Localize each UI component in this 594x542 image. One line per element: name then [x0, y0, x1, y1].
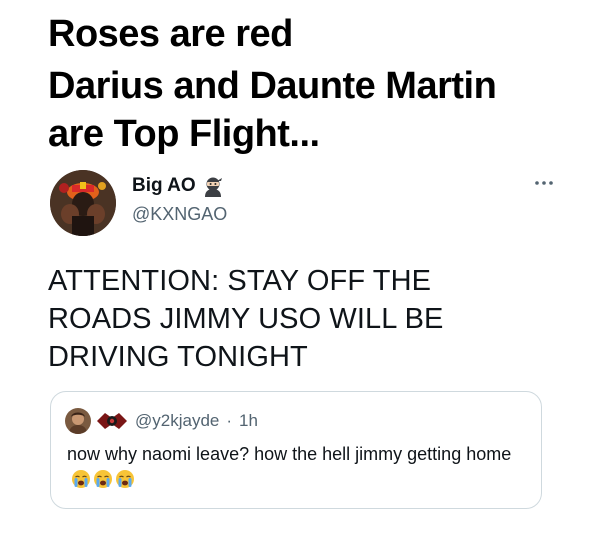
quoted-author-avatar[interactable] [65, 408, 91, 434]
tweet: Big AO @KXNGAO ATTENTION: STAY OFF THE R… [48, 170, 553, 376]
meme-caption-line-2: Darius and Daunte Martin [48, 65, 497, 107]
loudly-crying-face-icon [71, 469, 91, 489]
more-icon[interactable] [532, 176, 556, 190]
bloodline-badge-icon [95, 409, 129, 433]
meme-caption: Roses are red Darius and Daunte Martin a… [48, 10, 578, 158]
quoted-text-body: now why naomi leave? how the hell jimmy … [67, 444, 512, 464]
loudly-crying-face-icon [93, 469, 113, 489]
quoted-timestamp[interactable]: 1h [239, 411, 258, 431]
avatar-image [50, 170, 116, 236]
quoted-tweet[interactable]: @y2kjayde · 1h now why naomi leave? how … [50, 391, 542, 509]
ninja-icon [202, 175, 224, 197]
quoted-handle[interactable]: @y2kjayde [135, 411, 219, 431]
crying-emoji-row [71, 469, 135, 489]
display-name[interactable]: Big AO [132, 175, 196, 197]
quoted-separator: · [226, 411, 233, 430]
tweet-header: Big AO @KXNGAO [48, 170, 553, 240]
quoted-tweet-header: @y2kjayde · 1h [65, 408, 258, 434]
loudly-crying-face-icon [115, 469, 135, 489]
handle[interactable]: @KXNGAO [132, 204, 227, 225]
meme-caption-line-1: Roses are red [48, 13, 293, 55]
quoted-tweet-text: now why naomi leave? how the hell jimmy … [67, 442, 527, 490]
author-avatar[interactable] [50, 170, 116, 236]
tweet-text: ATTENTION: STAY OFF THE ROADS JIMMY USO … [48, 265, 444, 373]
display-name-row: Big AO [132, 174, 227, 198]
meme-caption-line-3: are Top Flight... [48, 113, 320, 155]
author-info: Big AO @KXNGAO [132, 174, 227, 225]
